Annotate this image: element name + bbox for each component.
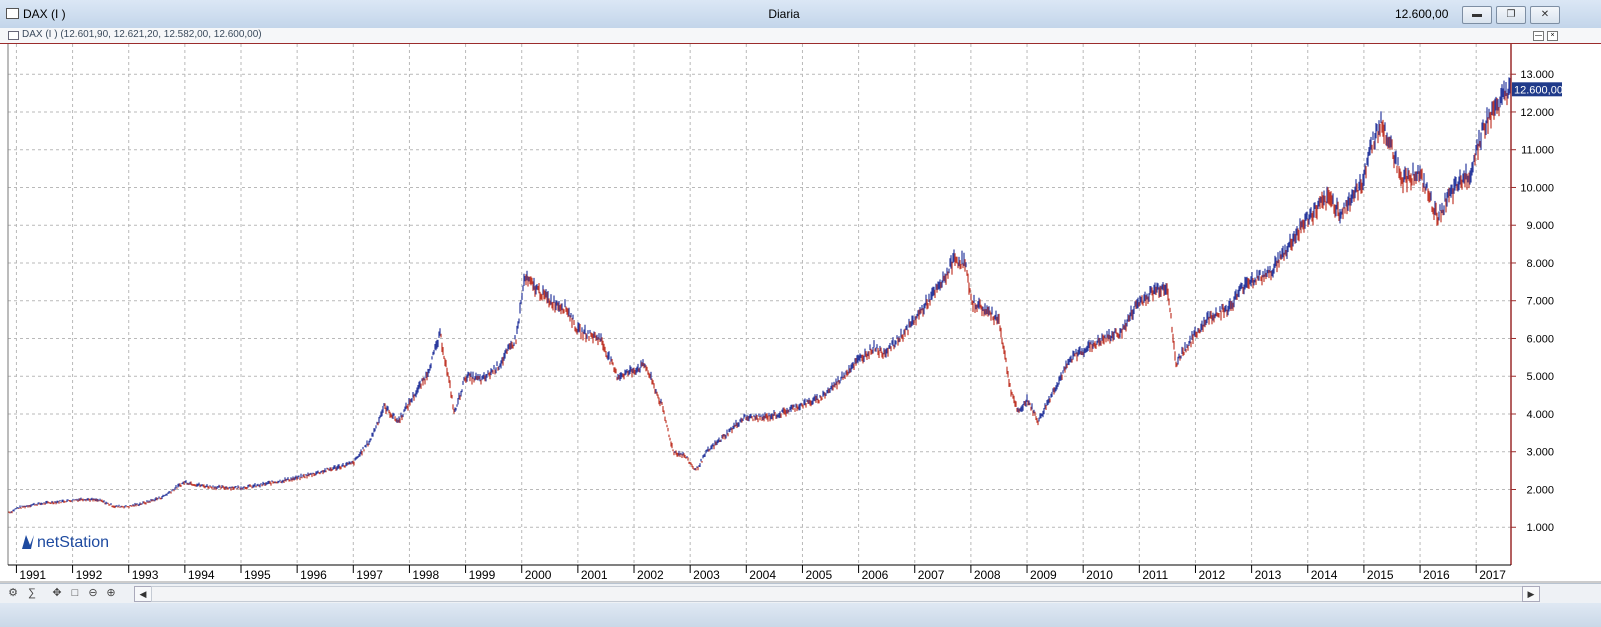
zoom-out-icon[interactable]: ⊖ [86,586,100,600]
x-tick-label: 2001 [581,568,608,582]
watermark-text: netStation [37,534,109,551]
x-axis: 1991 1992 1993 1994 1995 1996 1997 1998 1999 2000… [15,565,1506,582]
minimize-button[interactable]: ▬ [1462,6,1492,24]
restore-icon: ❐ [1506,9,1516,20]
chart-toolbar: ⚙ ∑ ✥ □ ⊖ ⊕ ◀ ▶ [0,583,1601,603]
arrow-left-icon: ◀ [139,589,147,599]
chart-settings-icon[interactable]: ⚙ [6,586,20,600]
y-axis: 1.000 2.000 3.000 4.000 5.000 6.000 7.000 8.000… [1511,69,1554,534]
pane-minimize-icon: — [1535,32,1542,39]
x-tick-label: 2005 [805,568,832,582]
y-tick-label: 2.000 [1526,484,1554,496]
y-tick-label: 8.000 [1526,258,1554,270]
pane-close-icon: × [1550,32,1555,39]
horizontal-scrollbar[interactable] [151,586,1523,602]
x-tick-label: 2002 [637,568,664,582]
minimize-icon: ▬ [1472,9,1482,20]
x-tick-label: 1994 [188,568,215,582]
y-tick-label: 1.000 [1526,522,1554,534]
series-ohlc-text: DAX (I ) (12.601,90, 12.621,20, 12.582,0… [22,29,262,40]
y-tick-label: 4.000 [1526,409,1554,421]
x-tick-label: 2017 [1479,568,1506,582]
x-tick-label: 1993 [132,568,159,582]
x-tick-label: 2003 [693,568,720,582]
x-tick-label: 2014 [1311,568,1338,582]
x-tick-label: 2011 [1142,568,1168,582]
pan-icon[interactable]: ✥ [50,586,64,600]
pane-close-button[interactable]: × [1547,31,1558,41]
x-tick-label: 2015 [1367,568,1394,582]
title-bar: DAX (I ) Diaria 12.600,00 ▬ ❐ ✕ [0,0,1601,29]
close-icon: ✕ [1540,9,1550,20]
scroll-right-button[interactable]: ▶ [1522,586,1540,602]
chart-frame [0,44,1601,583]
x-tick-label: 2000 [525,568,552,582]
x-tick-label: 2008 [974,568,1001,582]
arrow-right-icon: ▶ [1527,589,1535,599]
last-price-tag-label: 12.600,00 [1514,84,1563,96]
last-price-tag: 12.600,00 [1512,82,1563,97]
netstation-logo-icon [22,535,34,549]
y-tick-label: 5.000 [1526,371,1554,383]
price-bars [8,77,1511,514]
pane-minimize-button[interactable]: — [1533,31,1544,41]
x-tick-label: 1995 [244,568,271,582]
y-tick-label: 11.000 [1521,145,1554,157]
y-tick-label: 3.000 [1526,447,1554,459]
y-tick-label: 13.000 [1520,69,1554,81]
status-bar [0,603,1601,627]
y-tick-label: 12.000 [1520,107,1554,119]
x-tick-label: 1992 [76,568,103,582]
period-label: Diaria [768,7,800,21]
netstation-watermark: netStation [22,534,109,551]
x-tick-label: 2010 [1086,568,1113,582]
scale-icon[interactable]: ∑ [25,586,39,600]
x-tick-label: 1991 [19,568,46,582]
scroll-left-button[interactable]: ◀ [134,586,152,602]
price-chart[interactable]: 1.000 2.000 3.000 4.000 5.000 6.000 7.000 8.000… [0,44,1601,583]
restore-button[interactable]: ❐ [1496,6,1526,24]
series-icon[interactable] [8,31,19,40]
series-info-bar: DAX (I ) (12.601,90, 12.621,20, 12.582,0… [0,28,1601,44]
y-tick-label: 6.000 [1526,333,1554,345]
y-tick-label: 10.000 [1520,182,1554,194]
close-button[interactable]: ✕ [1530,6,1560,24]
x-tick-label: 2016 [1423,568,1450,582]
y-tick-label: 7.000 [1526,296,1554,308]
x-tick-label: 2012 [1198,568,1225,582]
chart-window: DAX (I ) Diaria 12.600,00 ▬ ❐ ✕ DAX (I )… [0,0,1601,627]
x-tick-label: 1997 [356,568,383,582]
x-tick-label: 1998 [412,568,439,582]
y-tick-label: 9.000 [1526,220,1554,232]
x-tick-label: 2009 [1030,568,1057,582]
x-tick-label: 1996 [300,568,327,582]
zoom-fit-icon[interactable]: □ [68,586,82,600]
x-tick-label: 1999 [469,568,496,582]
zoom-in-icon[interactable]: ⊕ [104,586,118,600]
x-tick-label: 2007 [918,568,945,582]
x-tick-label: 2006 [862,568,889,582]
x-tick-label: 2013 [1255,568,1282,582]
x-tick-label: 2004 [749,568,776,582]
